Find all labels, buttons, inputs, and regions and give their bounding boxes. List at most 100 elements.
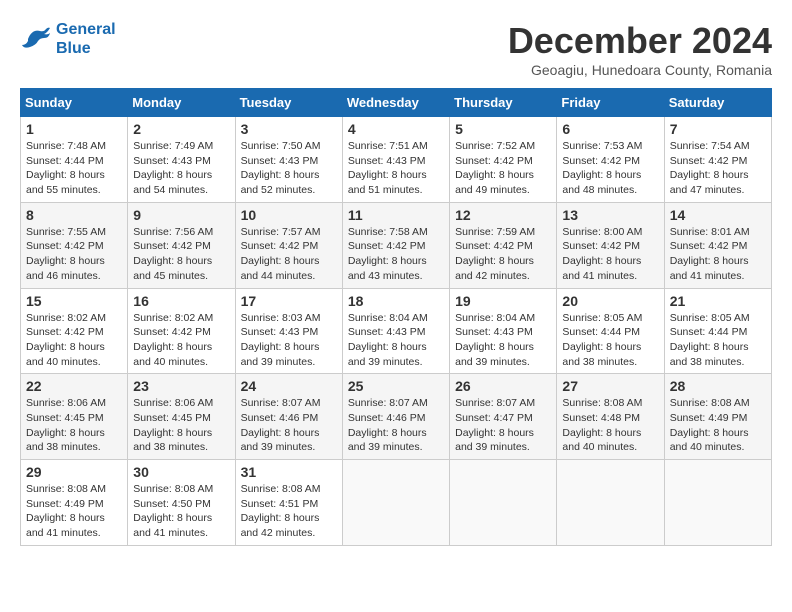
day-info: Sunrise: 8:04 AMSunset: 4:43 PMDaylight:… [348,311,444,370]
calendar-cell: 5 Sunrise: 7:52 AMSunset: 4:42 PMDaylight… [450,117,557,203]
day-number: 18 [348,293,444,309]
calendar-cell: 7 Sunrise: 7:54 AMSunset: 4:42 PMDaylight… [664,117,771,203]
day-info: Sunrise: 8:03 AMSunset: 4:43 PMDaylight:… [241,311,337,370]
day-number: 22 [26,378,122,394]
day-info: Sunrise: 8:07 AMSunset: 4:46 PMDaylight:… [241,396,337,455]
calendar-cell [557,460,664,546]
calendar-cell: 12 Sunrise: 7:59 AMSunset: 4:42 PMDayligh… [450,202,557,288]
page-header: General Blue December 2024 Geoagiu, Hune… [20,20,772,78]
day-number: 13 [562,207,658,223]
day-info: Sunrise: 7:52 AMSunset: 4:42 PMDaylight:… [455,139,551,198]
calendar-cell: 23Sunrise: 8:06 AMSunset: 4:45 PMDayligh… [128,374,235,460]
calendar-cell: 9Sunrise: 7:56 AMSunset: 4:42 PMDaylight… [128,202,235,288]
calendar-week-4: 22 Sunrise: 8:06 AMSunset: 4:45 PMDayligh… [21,374,772,460]
day-info: Sunrise: 8:02 AMSunset: 4:42 PMDaylight:… [26,311,122,370]
day-info: Sunrise: 7:57 AMSunset: 4:42 PMDaylight:… [241,225,337,284]
day-info: Sunrise: 8:07 AMSunset: 4:46 PMDaylight:… [348,396,444,455]
day-number: 25 [348,378,444,394]
day-number: 7 [670,121,766,137]
day-number: 26 [455,378,551,394]
calendar-cell [342,460,449,546]
calendar-cell: 18 Sunrise: 8:04 AMSunset: 4:43 PMDayligh… [342,288,449,374]
calendar-header-row: SundayMondayTuesdayWednesdayThursdayFrid… [21,89,772,117]
calendar-cell: 25 Sunrise: 8:07 AMSunset: 4:46 PMDayligh… [342,374,449,460]
day-info: Sunrise: 8:01 AMSunset: 4:42 PMDaylight:… [670,225,766,284]
day-number: 5 [455,121,551,137]
day-info: Sunrise: 8:04 AMSunset: 4:43 PMDaylight:… [455,311,551,370]
calendar-cell: 1Sunrise: 7:48 AMSunset: 4:44 PMDaylight… [21,117,128,203]
day-info: Sunrise: 7:49 AMSunset: 4:43 PMDaylight:… [133,139,229,198]
calendar-cell: 24 Sunrise: 8:07 AMSunset: 4:46 PMDayligh… [235,374,342,460]
calendar-cell: 26 Sunrise: 8:07 AMSunset: 4:47 PMDayligh… [450,374,557,460]
day-number: 23 [133,378,229,394]
day-info: Sunrise: 7:54 AMSunset: 4:42 PMDaylight:… [670,139,766,198]
calendar-cell: 8 Sunrise: 7:55 AMSunset: 4:42 PMDaylight… [21,202,128,288]
day-info: Sunrise: 7:51 AMSunset: 4:43 PMDaylight:… [348,139,444,198]
calendar-week-5: 29 Sunrise: 8:08 AMSunset: 4:49 PMDayligh… [21,460,772,546]
day-info: Sunrise: 8:05 AMSunset: 4:44 PMDaylight:… [670,311,766,370]
calendar-cell: 16 Sunrise: 8:02 AMSunset: 4:42 PMDayligh… [128,288,235,374]
calendar-cell: 20 Sunrise: 8:05 AMSunset: 4:44 PMDayligh… [557,288,664,374]
day-number: 12 [455,207,551,223]
column-header-friday: Friday [557,89,664,117]
calendar-cell: 29 Sunrise: 8:08 AMSunset: 4:49 PMDayligh… [21,460,128,546]
day-info: Sunrise: 7:55 AMSunset: 4:42 PMDaylight:… [26,225,122,284]
calendar-cell: 13 Sunrise: 8:00 AMSunset: 4:42 PMDayligh… [557,202,664,288]
calendar-cell: 14 Sunrise: 8:01 AMSunset: 4:42 PMDayligh… [664,202,771,288]
day-number: 31 [241,464,337,480]
day-number: 11 [348,207,444,223]
day-info: Sunrise: 8:08 AMSunset: 4:49 PMDaylight:… [26,482,122,541]
calendar-cell: 28 Sunrise: 8:08 AMSunset: 4:49 PMDayligh… [664,374,771,460]
column-header-thursday: Thursday [450,89,557,117]
calendar-week-3: 15Sunrise: 8:02 AMSunset: 4:42 PMDayligh… [21,288,772,374]
day-info: Sunrise: 8:00 AMSunset: 4:42 PMDaylight:… [562,225,658,284]
calendar-cell: 11 Sunrise: 7:58 AMSunset: 4:42 PMDayligh… [342,202,449,288]
day-info: Sunrise: 8:07 AMSunset: 4:47 PMDaylight:… [455,396,551,455]
calendar-week-2: 8 Sunrise: 7:55 AMSunset: 4:42 PMDaylight… [21,202,772,288]
day-info: Sunrise: 8:08 AMSunset: 4:51 PMDaylight:… [241,482,337,541]
calendar-cell: 21 Sunrise: 8:05 AMSunset: 4:44 PMDayligh… [664,288,771,374]
day-number: 27 [562,378,658,394]
day-info: Sunrise: 8:05 AMSunset: 4:44 PMDaylight:… [562,311,658,370]
day-number: 29 [26,464,122,480]
calendar-cell: 22 Sunrise: 8:06 AMSunset: 4:45 PMDayligh… [21,374,128,460]
day-number: 8 [26,207,122,223]
day-number: 28 [670,378,766,394]
day-info: Sunrise: 7:58 AMSunset: 4:42 PMDaylight:… [348,225,444,284]
day-info: Sunrise: 8:02 AMSunset: 4:42 PMDaylight:… [133,311,229,370]
day-number: 17 [241,293,337,309]
day-number: 3 [241,121,337,137]
day-number: 20 [562,293,658,309]
day-info: Sunrise: 7:59 AMSunset: 4:42 PMDaylight:… [455,225,551,284]
calendar-cell: 4 Sunrise: 7:51 AMSunset: 4:43 PMDaylight… [342,117,449,203]
day-number: 21 [670,293,766,309]
day-number: 14 [670,207,766,223]
calendar-cell: 30Sunrise: 8:08 AMSunset: 4:50 PMDayligh… [128,460,235,546]
day-number: 4 [348,121,444,137]
day-number: 1 [26,121,122,137]
calendar-cell: 3Sunrise: 7:50 AMSunset: 4:43 PMDaylight… [235,117,342,203]
day-number: 19 [455,293,551,309]
column-header-monday: Monday [128,89,235,117]
logo-text: General Blue [56,20,116,58]
location-subtitle: Geoagiu, Hunedoara County, Romania [508,62,772,78]
title-block: December 2024 Geoagiu, Hunedoara County,… [508,20,772,78]
calendar-cell [450,460,557,546]
calendar-week-1: 1Sunrise: 7:48 AMSunset: 4:44 PMDaylight… [21,117,772,203]
day-info: Sunrise: 8:08 AMSunset: 4:49 PMDaylight:… [670,396,766,455]
day-number: 24 [241,378,337,394]
day-number: 16 [133,293,229,309]
calendar-cell: 10Sunrise: 7:57 AMSunset: 4:42 PMDayligh… [235,202,342,288]
column-header-saturday: Saturday [664,89,771,117]
calendar-cell: 19 Sunrise: 8:04 AMSunset: 4:43 PMDayligh… [450,288,557,374]
day-info: Sunrise: 8:08 AMSunset: 4:50 PMDaylight:… [133,482,229,541]
day-info: Sunrise: 8:06 AMSunset: 4:45 PMDaylight:… [26,396,122,455]
column-header-sunday: Sunday [21,89,128,117]
calendar-cell [664,460,771,546]
column-header-tuesday: Tuesday [235,89,342,117]
day-number: 6 [562,121,658,137]
calendar-cell: 15Sunrise: 8:02 AMSunset: 4:42 PMDayligh… [21,288,128,374]
calendar-cell: 6 Sunrise: 7:53 AMSunset: 4:42 PMDaylight… [557,117,664,203]
calendar-cell: 17 Sunrise: 8:03 AMSunset: 4:43 PMDayligh… [235,288,342,374]
day-info: Sunrise: 7:53 AMSunset: 4:42 PMDaylight:… [562,139,658,198]
